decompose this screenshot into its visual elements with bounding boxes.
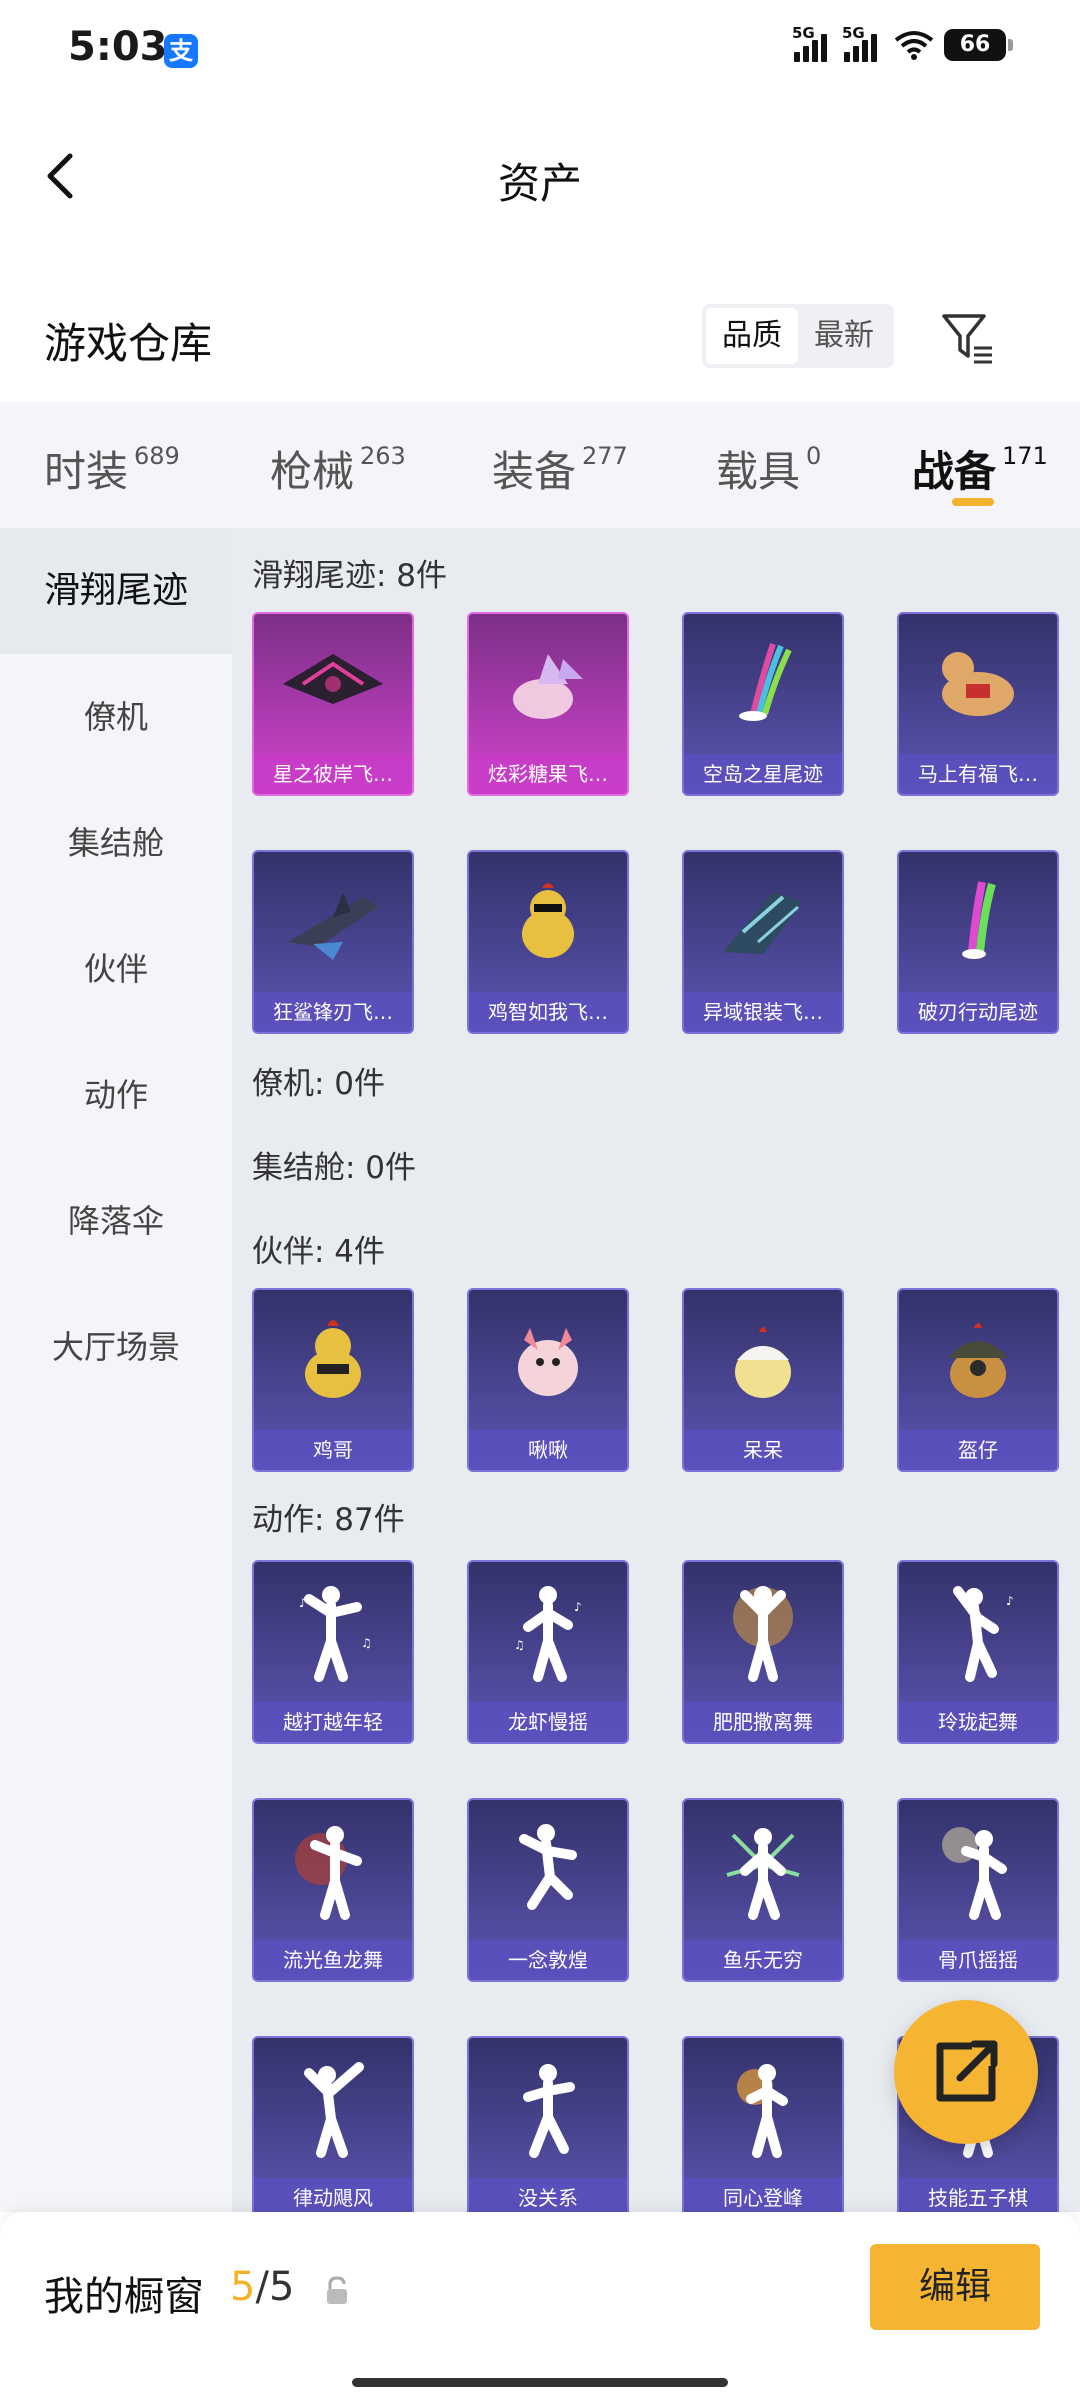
- item-card[interactable]: 盔仔: [897, 1288, 1059, 1472]
- item-card[interactable]: 骨爪摇摇: [897, 1798, 1059, 1982]
- item-card[interactable]: 异域银装飞…: [682, 850, 844, 1034]
- silver-glider-icon: [684, 852, 842, 992]
- sort-latest-button[interactable]: 最新: [798, 308, 890, 364]
- tab-combat-gear[interactable]: 战备 171: [912, 438, 1048, 499]
- sidebar-item-glide-trail[interactable]: 滑翔尾迹: [0, 528, 232, 654]
- item-card[interactable]: ♪ 玲珑起舞: [897, 1560, 1059, 1744]
- trail-icon: [684, 614, 842, 754]
- edit-button[interactable]: 编辑: [870, 2244, 1040, 2330]
- item-card[interactable]: 空岛之星尾迹: [682, 612, 844, 796]
- active-tab-indicator: [952, 498, 994, 506]
- dancer-icon: [899, 1800, 1057, 1940]
- candy-glider-icon: [469, 614, 627, 754]
- bird-partner-icon: [469, 1290, 627, 1430]
- status-time: 5:03: [68, 24, 168, 70]
- dancer-icon: [684, 1800, 842, 1940]
- status-indicators: 5G 5G 66: [792, 24, 1013, 62]
- signal-icon: 5G: [792, 24, 834, 62]
- shark-glider-icon: [254, 852, 412, 992]
- wifi-icon: [894, 31, 934, 60]
- dancer-icon: [469, 1800, 627, 1940]
- share-icon: [936, 2040, 998, 2102]
- dancer-icon: ♪ ♫: [469, 1562, 627, 1702]
- svg-text:♫: ♫: [361, 1636, 372, 1650]
- battery-icon: 66: [944, 29, 1013, 61]
- filter-icon[interactable]: [940, 310, 996, 366]
- item-card[interactable]: 啾啾: [467, 1288, 629, 1472]
- dancer-icon: [469, 2038, 627, 2178]
- repo-row: 游戏仓库 品质 最新: [0, 280, 1080, 400]
- chicken-partner-icon: [254, 1290, 412, 1430]
- page-title: 资产: [497, 159, 582, 208]
- bottom-bar: 我的橱窗 5/5 编辑: [0, 2212, 1080, 2400]
- section-title-partner: 伙伴: 4件: [252, 1234, 386, 1270]
- dancer-icon: [684, 1562, 842, 1702]
- status-bar: 5:03 支 5G 5G 66: [0, 0, 1080, 100]
- share-button[interactable]: [894, 2000, 1038, 2144]
- sidebar-item-parachute[interactable]: 降落伞: [0, 1158, 232, 1284]
- dancer-icon: [684, 2038, 842, 2178]
- helmet-partner-icon: [899, 1290, 1057, 1430]
- section-title-wingman: 僚机: 0件: [252, 1066, 386, 1102]
- item-card[interactable]: 肥肥撒离舞: [682, 1560, 844, 1744]
- horse-glider-icon: [899, 614, 1057, 754]
- chicken-glider-icon: [469, 852, 627, 992]
- tab-vehicles[interactable]: 载具 0: [716, 438, 821, 499]
- tab-weapons[interactable]: 枪械 263: [270, 438, 406, 499]
- sort-toggle: 品质 最新: [702, 304, 894, 368]
- repo-title: 游戏仓库: [44, 319, 213, 368]
- dancer-icon: [254, 1800, 412, 1940]
- item-card[interactable]: 破刃行动尾迹: [897, 850, 1059, 1034]
- showcase-label: 我的橱窗: [44, 2274, 204, 2320]
- tab-fashion[interactable]: 时装 689: [44, 438, 180, 499]
- item-card[interactable]: 马上有福飞…: [897, 612, 1059, 796]
- item-card[interactable]: 呆呆: [682, 1288, 844, 1472]
- section-title-emote: 动作: 87件: [252, 1502, 405, 1538]
- svg-text:♪: ♪: [574, 1600, 582, 1614]
- glider-icon: [254, 614, 412, 754]
- item-card[interactable]: 鱼乐无穷: [682, 1798, 844, 1982]
- item-card[interactable]: 流光鱼龙舞: [252, 1798, 414, 1982]
- item-card[interactable]: 律动飓风: [252, 2036, 414, 2212]
- home-indicator: [352, 2378, 728, 2387]
- item-card[interactable]: 鸡哥: [252, 1288, 414, 1472]
- sidebar-item-partner[interactable]: 伙伴: [0, 906, 232, 1032]
- signal-icon-2: 5G: [842, 24, 884, 62]
- item-card[interactable]: 没关系: [467, 2036, 629, 2212]
- section-title-pod: 集结舱: 0件: [252, 1150, 417, 1186]
- showcase-count: 5/5: [230, 2264, 295, 2310]
- top-header: 资产: [0, 100, 1080, 250]
- item-card[interactable]: 鸡智如我飞…: [467, 850, 629, 1034]
- item-grid: 滑翔尾迹: 8件 星之彼岸飞… 炫彩糖果飞… 空岛之星尾迹 马上有福飞… 狂鲨锋…: [232, 528, 1080, 2212]
- item-card[interactable]: 星之彼岸飞…: [252, 612, 414, 796]
- category-tabs: 时装 689 枪械 263 装备 277 载具 0 战备 171: [0, 402, 1080, 528]
- item-card[interactable]: 一念敦煌: [467, 1798, 629, 1982]
- sort-quality-button[interactable]: 品质: [706, 308, 798, 364]
- sidebar-item-rally-pod[interactable]: 集结舱: [0, 780, 232, 906]
- svg-text:♫: ♫: [514, 1638, 525, 1652]
- alipay-icon: 支: [164, 34, 198, 68]
- item-card[interactable]: 同心登峰: [682, 2036, 844, 2212]
- svg-text:♪: ♪: [299, 1596, 307, 1610]
- trail-icon: [899, 852, 1057, 992]
- dancer-icon: [254, 2038, 412, 2178]
- dancer-icon: ♪: [899, 1562, 1057, 1702]
- dancer-icon: ♪ ♫: [254, 1562, 412, 1702]
- svg-text:♪: ♪: [1006, 1594, 1014, 1608]
- sidebar-item-emote[interactable]: 动作: [0, 1032, 232, 1158]
- item-card[interactable]: 炫彩糖果飞…: [467, 612, 629, 796]
- sidebar: 滑翔尾迹 僚机 集结舱 伙伴 动作 降落伞 大厅场景: [0, 528, 232, 2212]
- section-title-glide: 滑翔尾迹: 8件: [252, 558, 448, 594]
- lock-icon: [327, 2276, 347, 2304]
- item-card[interactable]: 狂鲨锋刃飞…: [252, 850, 414, 1034]
- item-card[interactable]: ♪ ♫ 越打越年轻: [252, 1560, 414, 1744]
- tab-equipment[interactable]: 装备 277: [492, 438, 628, 499]
- egg-partner-icon: [684, 1290, 842, 1430]
- sidebar-item-wingman[interactable]: 僚机: [0, 654, 232, 780]
- sidebar-item-lobby-scene[interactable]: 大厅场景: [0, 1284, 232, 1410]
- item-card[interactable]: ♪ ♫ 龙虾慢摇: [467, 1560, 629, 1744]
